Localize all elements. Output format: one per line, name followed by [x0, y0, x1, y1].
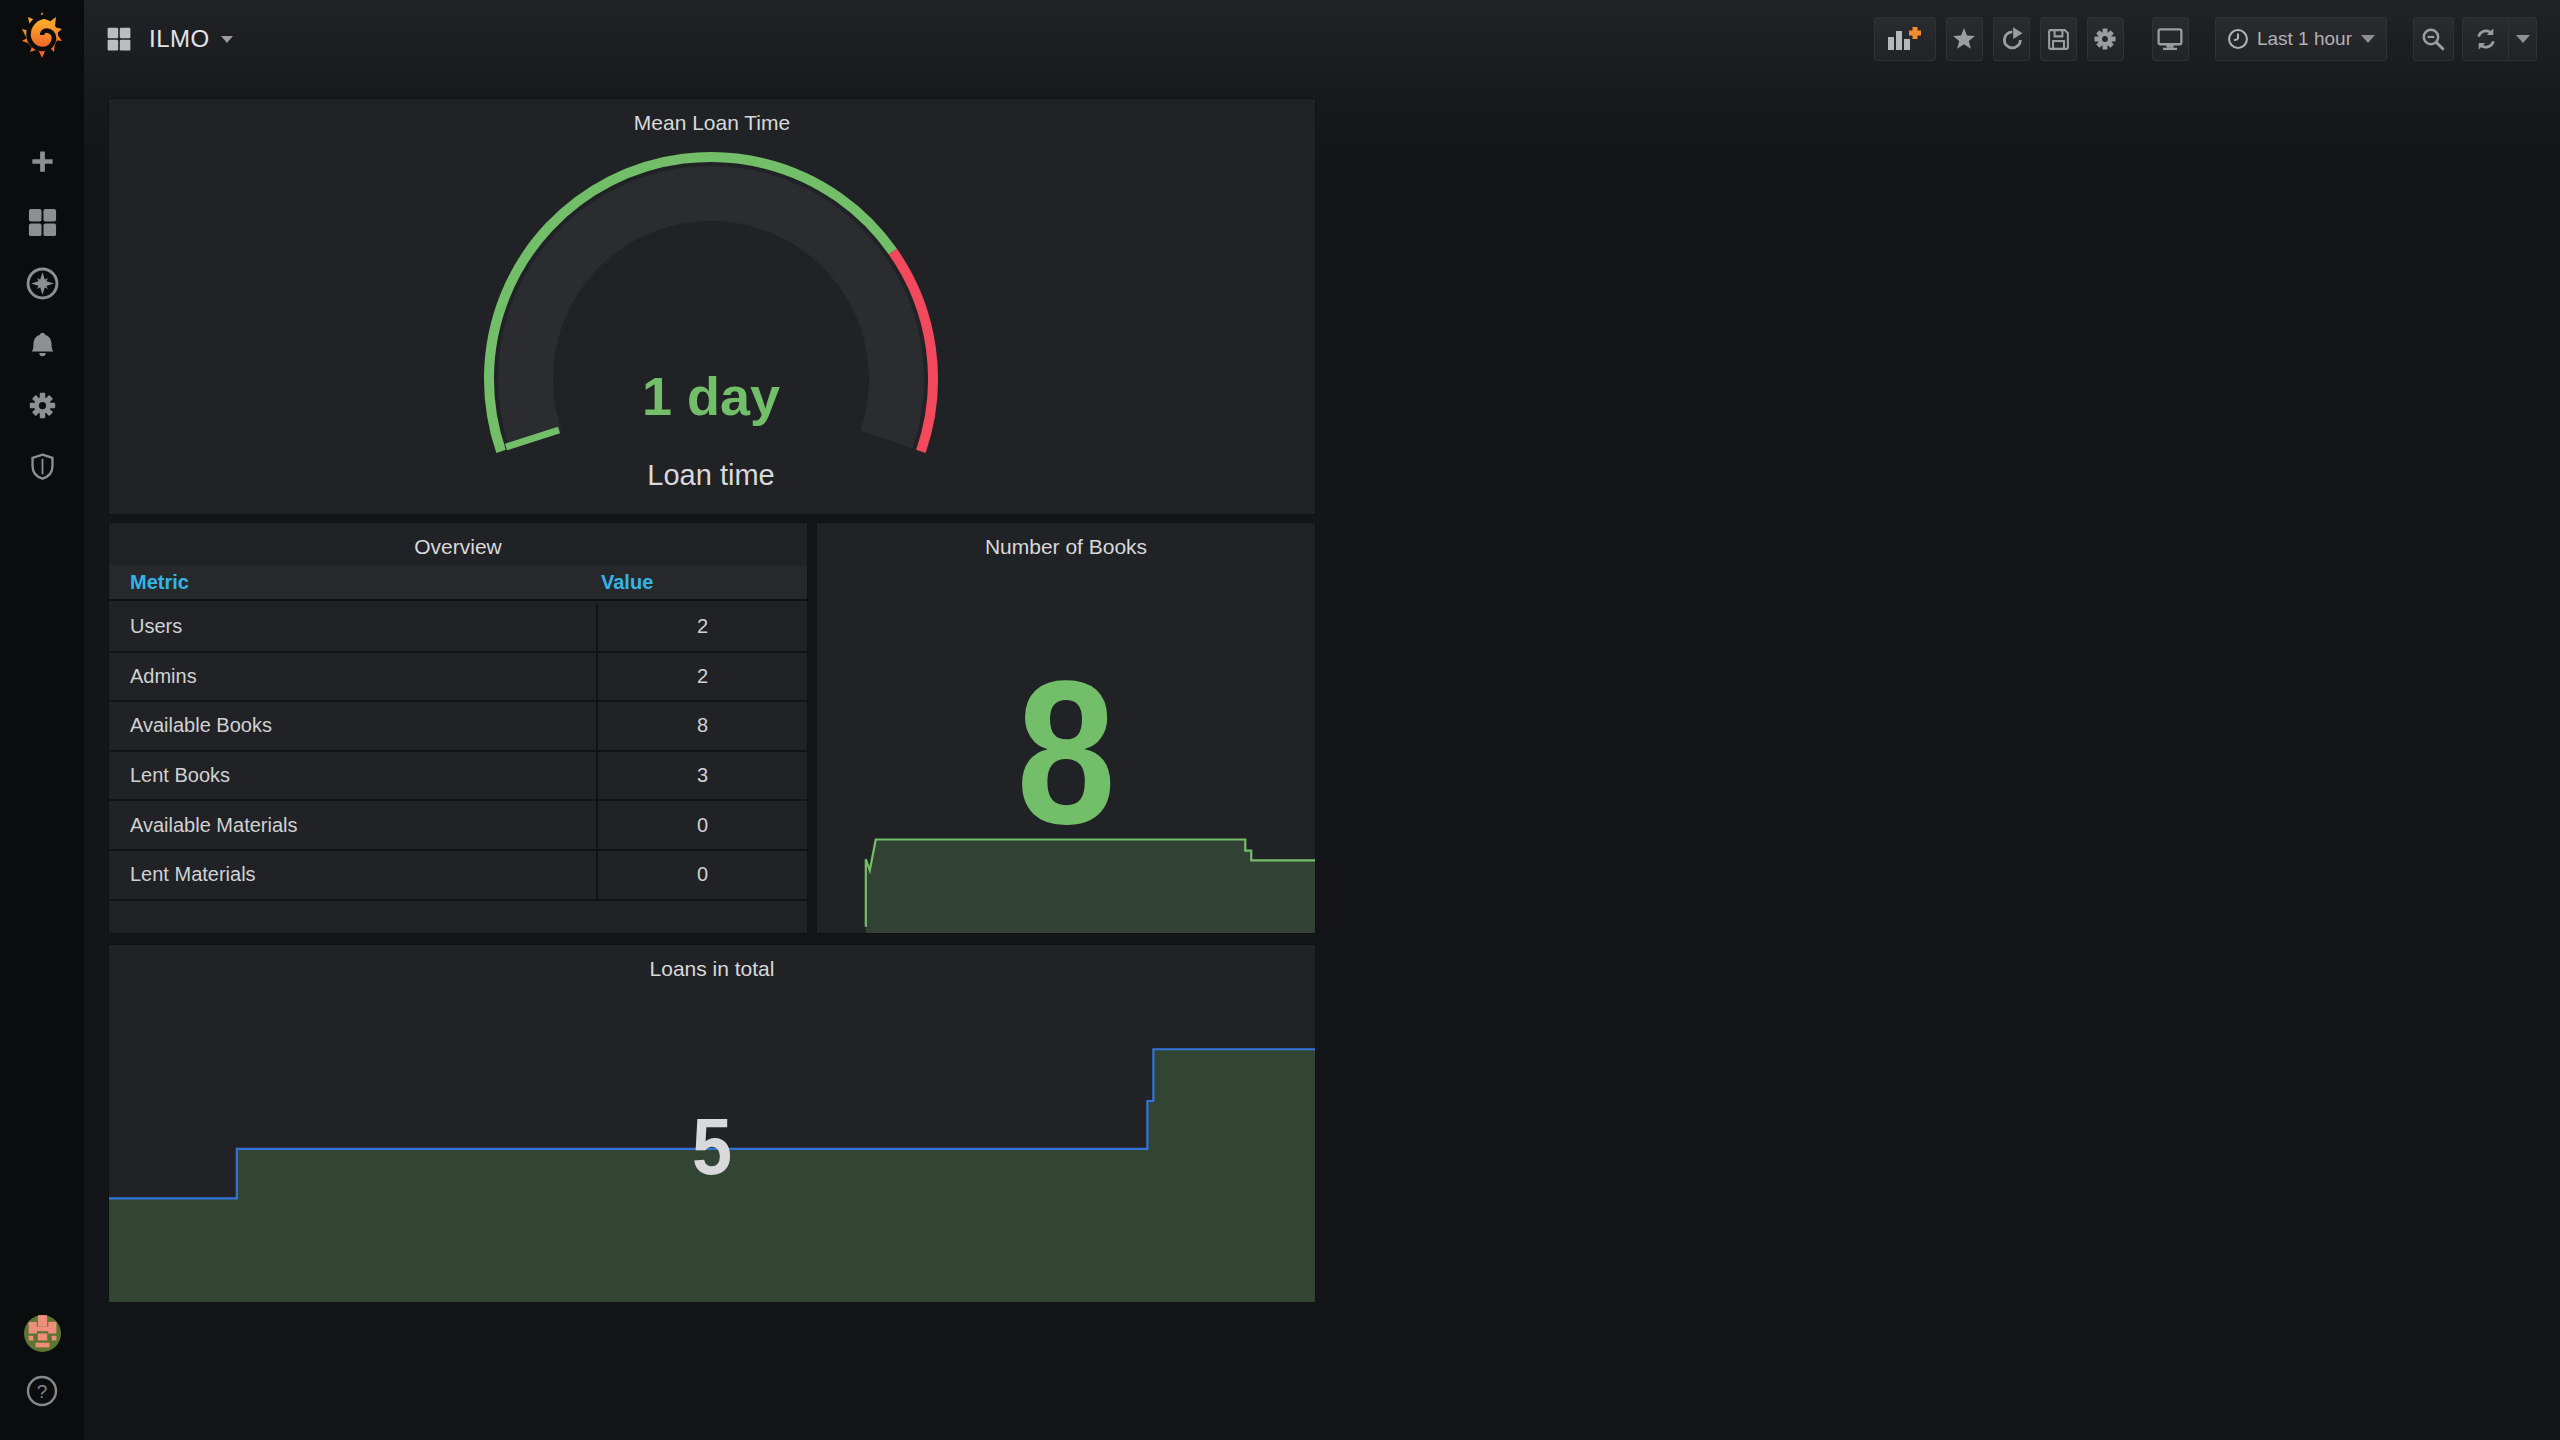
- dashboard-picker[interactable]: ILMO: [106, 25, 233, 53]
- metric-cell: Available Materials: [109, 801, 598, 849]
- panel-title[interactable]: Overview: [109, 535, 807, 559]
- save-button[interactable]: [2040, 17, 2077, 61]
- grafana-logo-icon[interactable]: [17, 8, 67, 60]
- explore-icon[interactable]: [0, 253, 84, 314]
- svg-text:?: ?: [37, 1381, 48, 1402]
- metric-cell: Lent Materials: [109, 851, 598, 899]
- settings-button[interactable]: [2087, 17, 2124, 61]
- table-row: Lent Books3: [109, 752, 807, 802]
- cycle-view-button[interactable]: [2152, 17, 2189, 61]
- metric-cell: Users: [109, 603, 598, 651]
- help-icon[interactable]: ?: [25, 1374, 59, 1412]
- time-range-picker[interactable]: Last 1 hour: [2215, 17, 2387, 61]
- dashboards-icon[interactable]: [0, 192, 84, 253]
- alerting-icon[interactable]: [0, 314, 84, 375]
- zoom-out-button[interactable]: [2413, 17, 2454, 61]
- sparkline: [817, 523, 1315, 933]
- table-body: Users2Admins2Available Books8Lent Books3…: [109, 603, 807, 901]
- table-row: Lent Materials0: [109, 851, 807, 901]
- sidebar: ?: [0, 0, 84, 1440]
- time-range-label: Last 1 hour: [2257, 28, 2352, 50]
- toolbar: Last 1 hour: [1874, 17, 2537, 61]
- chevron-down-icon: [221, 36, 233, 43]
- dashboard-title: ILMO: [149, 25, 210, 53]
- metric-cell: Admins: [109, 653, 598, 701]
- column-header-metric[interactable]: Metric: [109, 571, 601, 594]
- dashboard-squares-icon: [106, 26, 132, 52]
- value-cell: 3: [598, 752, 807, 800]
- value-cell: 0: [598, 851, 807, 899]
- metric-cell: Available Books: [109, 702, 598, 750]
- refresh-interval-button[interactable]: [2508, 18, 2536, 60]
- configuration-icon[interactable]: [0, 375, 84, 436]
- metric-cell: Lent Books: [109, 752, 598, 800]
- singlestat-value: 5: [169, 1107, 1254, 1187]
- refresh-button[interactable]: [2463, 18, 2508, 60]
- table-header: Metric Value: [109, 565, 807, 601]
- panel-number-of-books: Number of Books 8: [816, 522, 1316, 934]
- gauge-label: Loan time: [647, 459, 774, 491]
- value-cell: 2: [598, 653, 807, 701]
- gauge-value: 1 day: [642, 366, 780, 426]
- star-button[interactable]: [1946, 17, 1983, 61]
- share-button[interactable]: [1993, 17, 2030, 61]
- add-panel-button[interactable]: [1874, 17, 1936, 61]
- table-row: Available Materials0: [109, 801, 807, 851]
- value-cell: 2: [598, 603, 807, 651]
- panel-mean-loan-time: Mean Loan Time 1 day Loan time: [108, 98, 1316, 515]
- sidebar-menu: [0, 131, 84, 497]
- clock-icon: [2227, 28, 2249, 50]
- create-icon[interactable]: [0, 131, 84, 192]
- table-row: Users2: [109, 603, 807, 653]
- table-row: Available Books8: [109, 702, 807, 752]
- chevron-down-icon: [2516, 35, 2530, 43]
- gauge-chart: 1 day Loan time: [109, 99, 1315, 514]
- panel-title[interactable]: Mean Loan Time: [109, 111, 1315, 135]
- table-row: Admins2: [109, 653, 807, 703]
- value-cell: 0: [598, 801, 807, 849]
- column-header-value[interactable]: Value: [601, 571, 653, 594]
- panel-loans-in-total: Loans in total 5: [108, 944, 1316, 1303]
- server-admin-icon[interactable]: [0, 436, 84, 497]
- value-cell: 8: [598, 702, 807, 750]
- refresh-button-group: [2462, 17, 2537, 61]
- panel-overview: Overview Metric Value Users2Admins2Avail…: [108, 522, 808, 934]
- user-avatar[interactable]: [24, 1315, 61, 1356]
- navbar: ILMO: [84, 0, 2560, 78]
- chevron-down-icon: [2361, 35, 2375, 43]
